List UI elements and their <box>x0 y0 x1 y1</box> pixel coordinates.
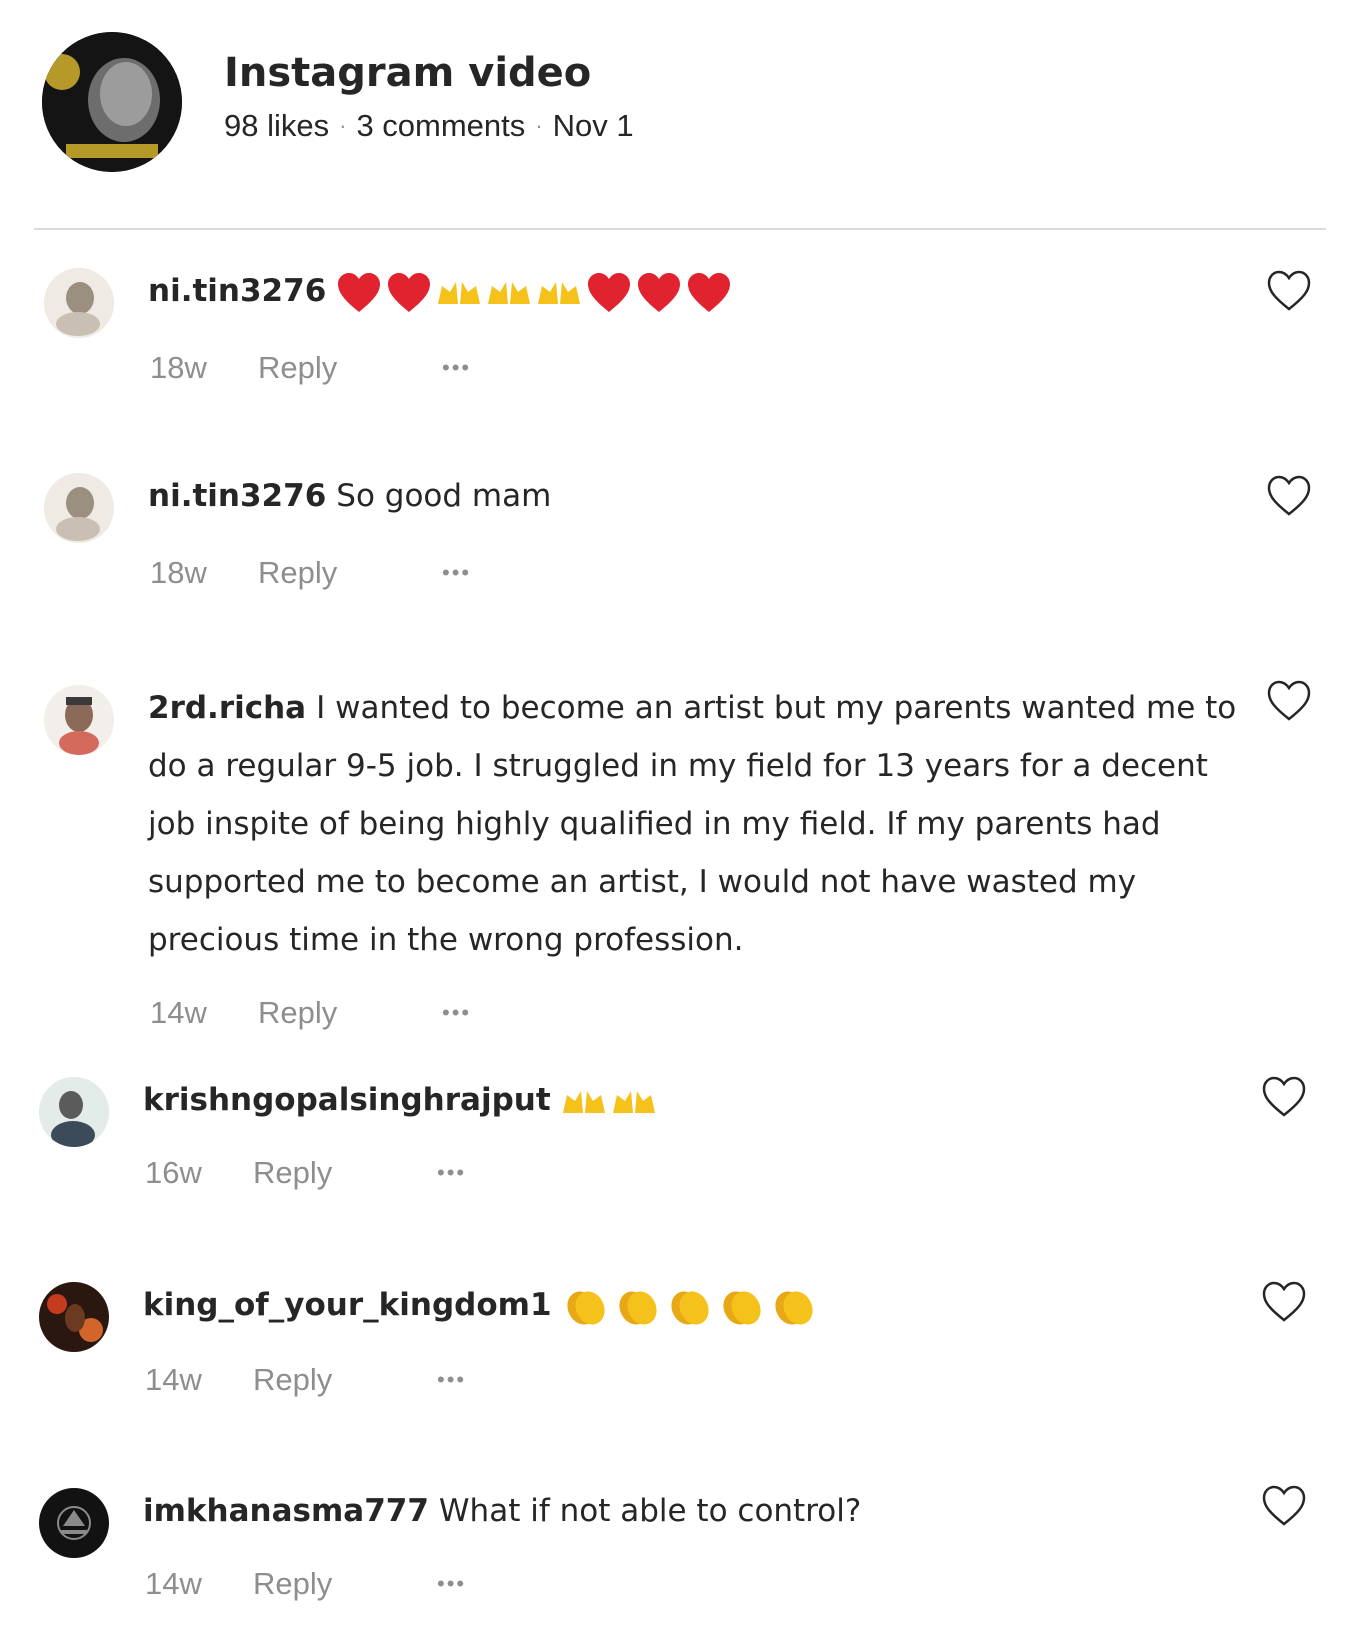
comment-meta: 18w Reply ••• <box>150 555 471 591</box>
clapping-hands-icon <box>566 1290 605 1325</box>
reply-button[interactable]: Reply <box>258 350 442 386</box>
comment-body: ni.tin3276 <box>148 262 1248 320</box>
commenter-avatar[interactable] <box>44 268 114 338</box>
like-heart-icon[interactable] <box>1261 1485 1307 1527</box>
more-options-icon[interactable]: ••• <box>442 1000 471 1026</box>
comment-time: 14w <box>150 995 207 1030</box>
comment-username[interactable]: ni.tin3276 <box>148 478 326 514</box>
like-heart-icon[interactable] <box>1266 270 1312 312</box>
reply-button[interactable]: Reply <box>253 1362 437 1398</box>
red-heart-icon <box>338 272 381 312</box>
more-options-icon[interactable]: ••• <box>442 560 471 586</box>
comment-username[interactable]: 2rd.richa <box>148 690 306 726</box>
author-avatar[interactable] <box>42 32 182 172</box>
comment-body: imkhanasma777 What if not able to control… <box>143 1482 1243 1540</box>
more-options-icon[interactable]: ••• <box>437 1571 466 1597</box>
comments-count[interactable]: 3 comments <box>356 108 525 144</box>
comment-username[interactable]: ni.tin3276 <box>148 273 326 309</box>
commenter-avatar[interactable] <box>39 1077 109 1147</box>
post-header: Instagram video 98 likes · 3 comments · … <box>0 0 1358 230</box>
likes-count[interactable]: 98 likes <box>224 108 329 144</box>
red-heart-icon <box>588 272 631 312</box>
clapping-hands-icon <box>722 1290 761 1325</box>
reply-button[interactable]: Reply <box>253 1566 437 1602</box>
comment-time: 14w <box>145 1566 202 1601</box>
comment-time: 18w <box>150 555 207 590</box>
like-heart-icon[interactable] <box>1261 1076 1307 1118</box>
raising-hands-icon <box>538 281 581 304</box>
red-heart-icon <box>638 272 681 312</box>
commenter-avatar[interactable] <box>44 473 114 543</box>
commenter-avatar[interactable] <box>39 1488 109 1558</box>
clapping-hands-icon <box>618 1290 657 1325</box>
red-heart-icon <box>388 272 431 312</box>
comment-time: 18w <box>150 350 207 385</box>
commenter-avatar[interactable] <box>39 1282 109 1352</box>
comment-body: 2rd.richa I wanted to become an artist bu… <box>148 679 1253 969</box>
comment-meta: 18w Reply ••• <box>150 350 471 386</box>
comment-meta: 14w Reply ••• <box>145 1362 466 1398</box>
more-options-icon[interactable]: ••• <box>442 355 471 381</box>
post-stats: 98 likes · 3 comments · Nov 1 <box>224 108 634 144</box>
comment-time: 16w <box>145 1155 202 1190</box>
comment-text: I wanted to become an artist but my pare… <box>148 690 1237 958</box>
comment-meta: 14w Reply ••• <box>145 1566 466 1602</box>
emoji-row <box>562 1287 822 1325</box>
reply-button[interactable]: Reply <box>253 1155 437 1191</box>
commenter-avatar[interactable] <box>44 685 114 755</box>
like-heart-icon[interactable] <box>1261 1281 1307 1323</box>
like-heart-icon[interactable] <box>1266 680 1312 722</box>
comment-meta: 16w Reply ••• <box>145 1155 466 1191</box>
comment-username[interactable]: krishngopalsinghrajput <box>143 1082 551 1118</box>
comment-meta: 14w Reply ••• <box>150 995 471 1031</box>
raising-hands-icon <box>612 1090 655 1113</box>
comment-time: 14w <box>145 1362 202 1397</box>
like-heart-icon[interactable] <box>1266 475 1312 517</box>
comment-text: What if not able to control? <box>438 1493 862 1529</box>
comment-username[interactable]: imkhanasma777 <box>143 1493 429 1529</box>
raising-hands-icon <box>488 281 531 304</box>
clapping-hands-icon <box>670 1290 709 1325</box>
comment-text: So good mam <box>336 478 552 514</box>
reply-button[interactable]: Reply <box>258 995 442 1031</box>
clapping-hands-icon <box>774 1290 813 1325</box>
comment-body: king_of_your_kingdom1 <box>143 1276 1243 1334</box>
red-heart-icon <box>688 272 731 312</box>
separator-dot: · <box>535 113 543 138</box>
post-date: Nov 1 <box>552 108 634 143</box>
more-options-icon[interactable]: ••• <box>437 1367 466 1393</box>
comment-body: ni.tin3276 So good mam <box>148 467 1248 525</box>
reply-button[interactable]: Reply <box>258 555 442 591</box>
header-divider <box>34 228 1326 230</box>
more-options-icon[interactable]: ••• <box>437 1160 466 1186</box>
raising-hands-icon <box>562 1090 605 1113</box>
separator-dot: · <box>339 113 347 138</box>
raising-hands-icon <box>438 281 481 304</box>
comment-body: krishngopalsinghrajput <box>143 1071 1243 1129</box>
emoji-row <box>561 1082 661 1118</box>
emoji-row <box>336 272 736 312</box>
comment-username[interactable]: king_of_your_kingdom1 <box>143 1287 552 1323</box>
post-title: Instagram video <box>224 50 592 96</box>
